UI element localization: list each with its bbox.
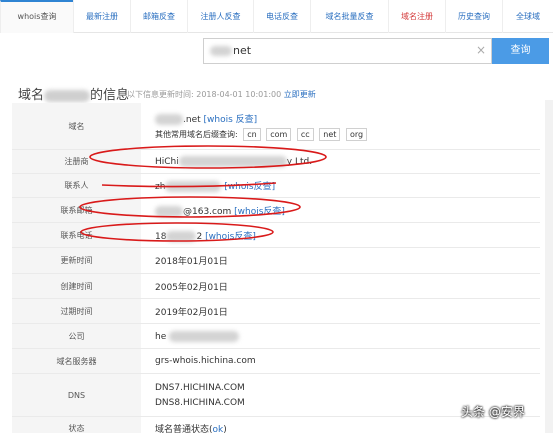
contact-value: zh bbox=[155, 182, 166, 192]
row-key: 联系人 bbox=[12, 174, 141, 197]
phone-tail: 2 bbox=[196, 231, 203, 242]
suffix-label: 其他常用域名后缀查询: bbox=[155, 129, 238, 139]
row-key: 过期时间 bbox=[12, 299, 141, 323]
row-value: he bbox=[155, 324, 540, 348]
whois-server-value: grs-whois.hichina.com bbox=[155, 356, 256, 366]
email-value: @163.com bbox=[183, 206, 232, 217]
title-suffix: 的信息 bbox=[90, 88, 130, 103]
table-row: 联系人 zh [whois反查] bbox=[12, 174, 540, 198]
tab-whois[interactable]: whois查询 bbox=[0, 0, 73, 33]
whois-table: 域名 .net [whois 反查] 其他常用域名后缀查询: cn com cc… bbox=[12, 103, 540, 433]
row-key: 更新时间 bbox=[12, 248, 141, 273]
table-row: 公司 he bbox=[12, 324, 540, 349]
tab-registrant-reverse[interactable]: 注册人反查 bbox=[187, 0, 253, 33]
row-value: grs-whois.hichina.com bbox=[155, 349, 540, 373]
clear-icon[interactable]: × bbox=[476, 43, 486, 57]
whois-reverse-link[interactable]: [whois反查] bbox=[224, 182, 275, 192]
created-value: 2005年02月01日 bbox=[155, 282, 228, 293]
row-value: zh [whois反查] bbox=[155, 174, 540, 197]
phone-value: 18 bbox=[155, 231, 167, 242]
table-row: 域名服务器 grs-whois.hichina.com bbox=[12, 349, 540, 374]
row-value: 2019年02月01日 bbox=[155, 299, 540, 323]
row-value: HiChi y Ltd. bbox=[155, 150, 540, 173]
table-row: 联系邮箱 @163.com [whois反查] bbox=[12, 198, 540, 223]
table-row: 域名 .net [whois 反查] 其他常用域名后缀查询: cn com cc… bbox=[12, 103, 540, 150]
suffix-chip[interactable]: net bbox=[319, 127, 341, 141]
tab-latest[interactable]: 最新注册 bbox=[73, 0, 130, 33]
row-value: .net [whois 反查] 其他常用域名后缀查询: cn com cc ne… bbox=[155, 103, 540, 149]
registrar-tail: y Ltd. bbox=[286, 157, 313, 167]
expires-value: 2019年02月01日 bbox=[155, 307, 228, 318]
row-value: @163.com [whois反查] bbox=[155, 198, 540, 222]
updated-value: 2018年01月01日 bbox=[155, 257, 228, 267]
tab-batch-reverse[interactable]: 域名批量反查 bbox=[310, 0, 388, 33]
row-key: 公司 bbox=[12, 324, 141, 348]
table-row: 联系电话 18 2 [whois反查] bbox=[12, 223, 540, 248]
company-value: he bbox=[155, 331, 167, 342]
tab-register[interactable]: 域名注册 bbox=[388, 0, 445, 33]
suffix-chip[interactable]: cc bbox=[296, 127, 314, 141]
whois-reverse-link[interactable]: [whois反查] bbox=[205, 232, 256, 242]
dns-value: DNS7.HICHINA.COM bbox=[155, 382, 245, 393]
whois-reverse-link[interactable]: [whois 反查] bbox=[204, 115, 258, 125]
row-key: 注册商 bbox=[12, 150, 141, 173]
title-prefix: 域名 bbox=[18, 88, 45, 103]
table-row: 更新时间 2018年01月01日 bbox=[12, 248, 540, 274]
registrar-value: HiChi bbox=[155, 157, 179, 167]
search-bar: net × 查询 bbox=[203, 38, 549, 64]
update-note: 以下信息更新时间: 2018-04-01 10:01:00 立即更新 bbox=[127, 89, 316, 100]
row-value: 2018年01月01日 bbox=[155, 248, 540, 273]
update-now-link[interactable]: 立即更新 bbox=[284, 90, 316, 99]
suffix-list: 其他常用域名后缀查询: cn com cc net org bbox=[155, 127, 540, 141]
row-value: 18 2 [whois反查] bbox=[155, 223, 540, 247]
row-key: 域名 bbox=[12, 103, 141, 149]
tab-email-reverse[interactable]: 邮箱反查 bbox=[130, 0, 187, 33]
page-title: 域名 的信息 bbox=[18, 84, 129, 103]
row-key: 状态 bbox=[12, 417, 141, 433]
tab-phone-reverse[interactable]: 电话反查 bbox=[253, 0, 310, 33]
watermark: 头条 @安界 bbox=[461, 405, 525, 419]
table-row: 注册商 HiChi y Ltd. bbox=[12, 150, 540, 174]
row-key: 创建时间 bbox=[12, 274, 141, 298]
row-key: 联系电话 bbox=[12, 223, 141, 247]
nav-tabs: whois查询 最新注册 邮箱反查 注册人反查 电话反查 域名批量反查 域名注册… bbox=[0, 0, 553, 33]
status-value: 域名普通状态( bbox=[155, 425, 213, 433]
table-row: 创建时间 2005年02月01日 bbox=[12, 274, 540, 299]
suffix-chip[interactable]: org bbox=[345, 127, 368, 141]
row-key: 联系邮箱 bbox=[12, 198, 141, 222]
tab-global[interactable]: 全球域 bbox=[502, 0, 553, 33]
update-time: 以下信息更新时间: 2018-04-01 10:01:00 bbox=[127, 90, 282, 99]
suffix-chip[interactable]: cn bbox=[243, 127, 261, 141]
status-end: ) bbox=[223, 425, 227, 433]
scrollbar[interactable] bbox=[545, 100, 553, 433]
search-button[interactable]: 查询 bbox=[492, 38, 549, 64]
row-value: 2005年02月01日 bbox=[155, 274, 540, 298]
table-row: 过期时间 2019年02月01日 bbox=[12, 299, 540, 324]
row-key: 域名服务器 bbox=[12, 349, 141, 373]
whois-reverse-link[interactable]: [whois反查] bbox=[234, 207, 285, 217]
search-value: net bbox=[233, 44, 252, 57]
suffix-chip[interactable]: com bbox=[266, 127, 292, 141]
status-ok-link[interactable]: ok bbox=[213, 425, 224, 433]
tab-history[interactable]: 历史查询 bbox=[445, 0, 502, 33]
row-key: DNS bbox=[12, 374, 141, 416]
domain-value: .net bbox=[183, 114, 201, 125]
search-input[interactable]: net bbox=[203, 38, 492, 64]
